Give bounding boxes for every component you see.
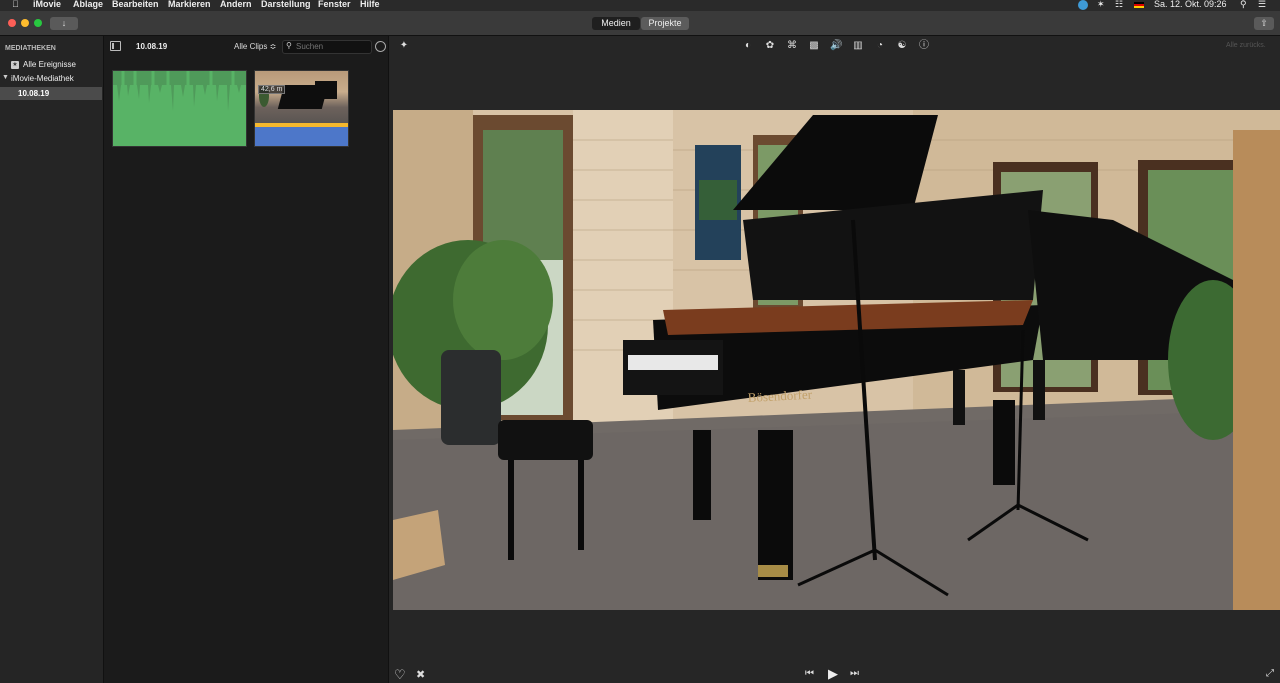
- siri-icon[interactable]: [1078, 0, 1088, 10]
- menu-ablage[interactable]: Ablage: [73, 0, 103, 9]
- star-icon: ★: [11, 61, 19, 69]
- apple-icon[interactable]: : [12, 0, 19, 9]
- menu-bearbeiten[interactable]: Bearbeiten: [112, 0, 159, 9]
- event-title: 10.08.19: [136, 42, 168, 51]
- play-icon[interactable]: ▶: [828, 666, 838, 682]
- disclosure-triangle-icon[interactable]: ▼: [2, 74, 9, 81]
- stabilization-icon[interactable]: ▩: [808, 40, 820, 52]
- volume-icon[interactable]: 🔊: [830, 40, 842, 52]
- audio-waveform: [113, 71, 246, 111]
- clip-thumbnail-video[interactable]: 42,6 m: [254, 70, 349, 147]
- reject-icon[interactable]: ✖: [416, 668, 425, 681]
- sidebar-item-imovie-mediathek[interactable]: ▼ iMovie-Mediathek: [2, 74, 100, 85]
- favorite-heart-icon[interactable]: ♡: [394, 667, 406, 683]
- color-correction-icon[interactable]: ✿: [764, 40, 776, 52]
- search-input[interactable]: [296, 41, 368, 52]
- zoom-icon[interactable]: [34, 19, 42, 27]
- network-icon[interactable]: ✶: [1097, 0, 1105, 10]
- menu-bar:  iMovie Ablage Bearbeiten Markieren Änd…: [0, 0, 1280, 11]
- viewer: ✦ ◐ ✿ ⌘ ▩ 🔊 ▥ ◔ ☯ ⓘ Alle zurücks. Bösend…: [389, 36, 1280, 683]
- flag-de-icon[interactable]: [1134, 2, 1144, 8]
- share-button[interactable]: ⇧: [1254, 17, 1274, 30]
- skip-forward-icon[interactable]: ⏭: [850, 668, 859, 679]
- sidebar-heading: MEDIATHEKEN: [5, 45, 56, 52]
- sidebar-item-label: Alle Ereignisse: [23, 60, 76, 69]
- menu-fenster[interactable]: Fenster: [318, 0, 351, 9]
- video-frame-thumbnail: [255, 71, 348, 123]
- clip-thumbnail-audio[interactable]: [112, 70, 247, 147]
- crop-icon[interactable]: ⌘: [786, 40, 798, 52]
- menu-clock[interactable]: Sa. 12. Okt. 09:26: [1154, 0, 1227, 9]
- sidebar-item-event-selected[interactable]: 10.08.19: [0, 87, 102, 100]
- clip-audio-track: [255, 127, 348, 146]
- video-frame: Bösendorfer: [393, 110, 1280, 610]
- clip-filter-icon[interactable]: ☯: [896, 40, 908, 52]
- menu-app-name[interactable]: iMovie: [33, 0, 61, 9]
- tab-projekte[interactable]: Projekte: [641, 17, 689, 30]
- reset-all-button[interactable]: Alle zurücks.: [1226, 42, 1266, 49]
- skip-back-icon[interactable]: ⏮: [805, 668, 814, 679]
- media-browser: 10.08.19 Alle Clips ≎ ⚲ 42,6 m: [104, 36, 389, 683]
- tab-medien[interactable]: Medien: [592, 17, 640, 30]
- spotlight-icon[interactable]: ⚲: [1240, 0, 1247, 10]
- clip-filter-select[interactable]: Alle Clips ≎: [234, 42, 276, 51]
- search-icon: ⚲: [286, 41, 292, 50]
- close-icon[interactable]: [8, 19, 16, 27]
- minimize-icon[interactable]: [21, 19, 29, 27]
- sidebar-item-alle-ereignisse[interactable]: ★ Alle Ereignisse: [10, 60, 100, 71]
- notification-center-icon[interactable]: ☰: [1258, 0, 1266, 10]
- import-button[interactable]: ↓: [50, 17, 78, 30]
- sidebar-toggle-icon[interactable]: [110, 41, 121, 51]
- wifi-icon[interactable]: ☷: [1115, 0, 1123, 10]
- menu-darstellung[interactable]: Darstellung: [261, 0, 311, 9]
- fullscreen-icon[interactable]: ⤢: [1266, 668, 1274, 679]
- window-toolbar: ↓ Medien Projekte ⇧: [0, 11, 1280, 36]
- video-canvas: Bösendorfer: [393, 110, 1280, 610]
- color-balance-icon[interactable]: ◐: [742, 40, 754, 52]
- magic-wand-icon[interactable]: ✦: [398, 40, 410, 52]
- sidebar-item-label: 10.08.19: [18, 89, 50, 98]
- clip-appearance-icon[interactable]: [375, 41, 386, 52]
- menu-aendern[interactable]: Ändern: [220, 0, 252, 9]
- info-icon[interactable]: ⓘ: [918, 40, 930, 52]
- clip-duration-badge: 42,6 m: [258, 85, 286, 94]
- equalizer-icon[interactable]: ▥: [852, 40, 864, 52]
- menu-hilfe[interactable]: Hilfe: [360, 0, 380, 9]
- speed-icon[interactable]: ◔: [874, 40, 886, 52]
- sidebar-item-label: iMovie-Mediathek: [11, 74, 74, 83]
- menu-markieren[interactable]: Markieren: [168, 0, 211, 9]
- sidebar: MEDIATHEKEN ★ Alle Ereignisse ▼ iMovie-M…: [0, 36, 104, 683]
- search-field[interactable]: ⚲: [282, 40, 372, 54]
